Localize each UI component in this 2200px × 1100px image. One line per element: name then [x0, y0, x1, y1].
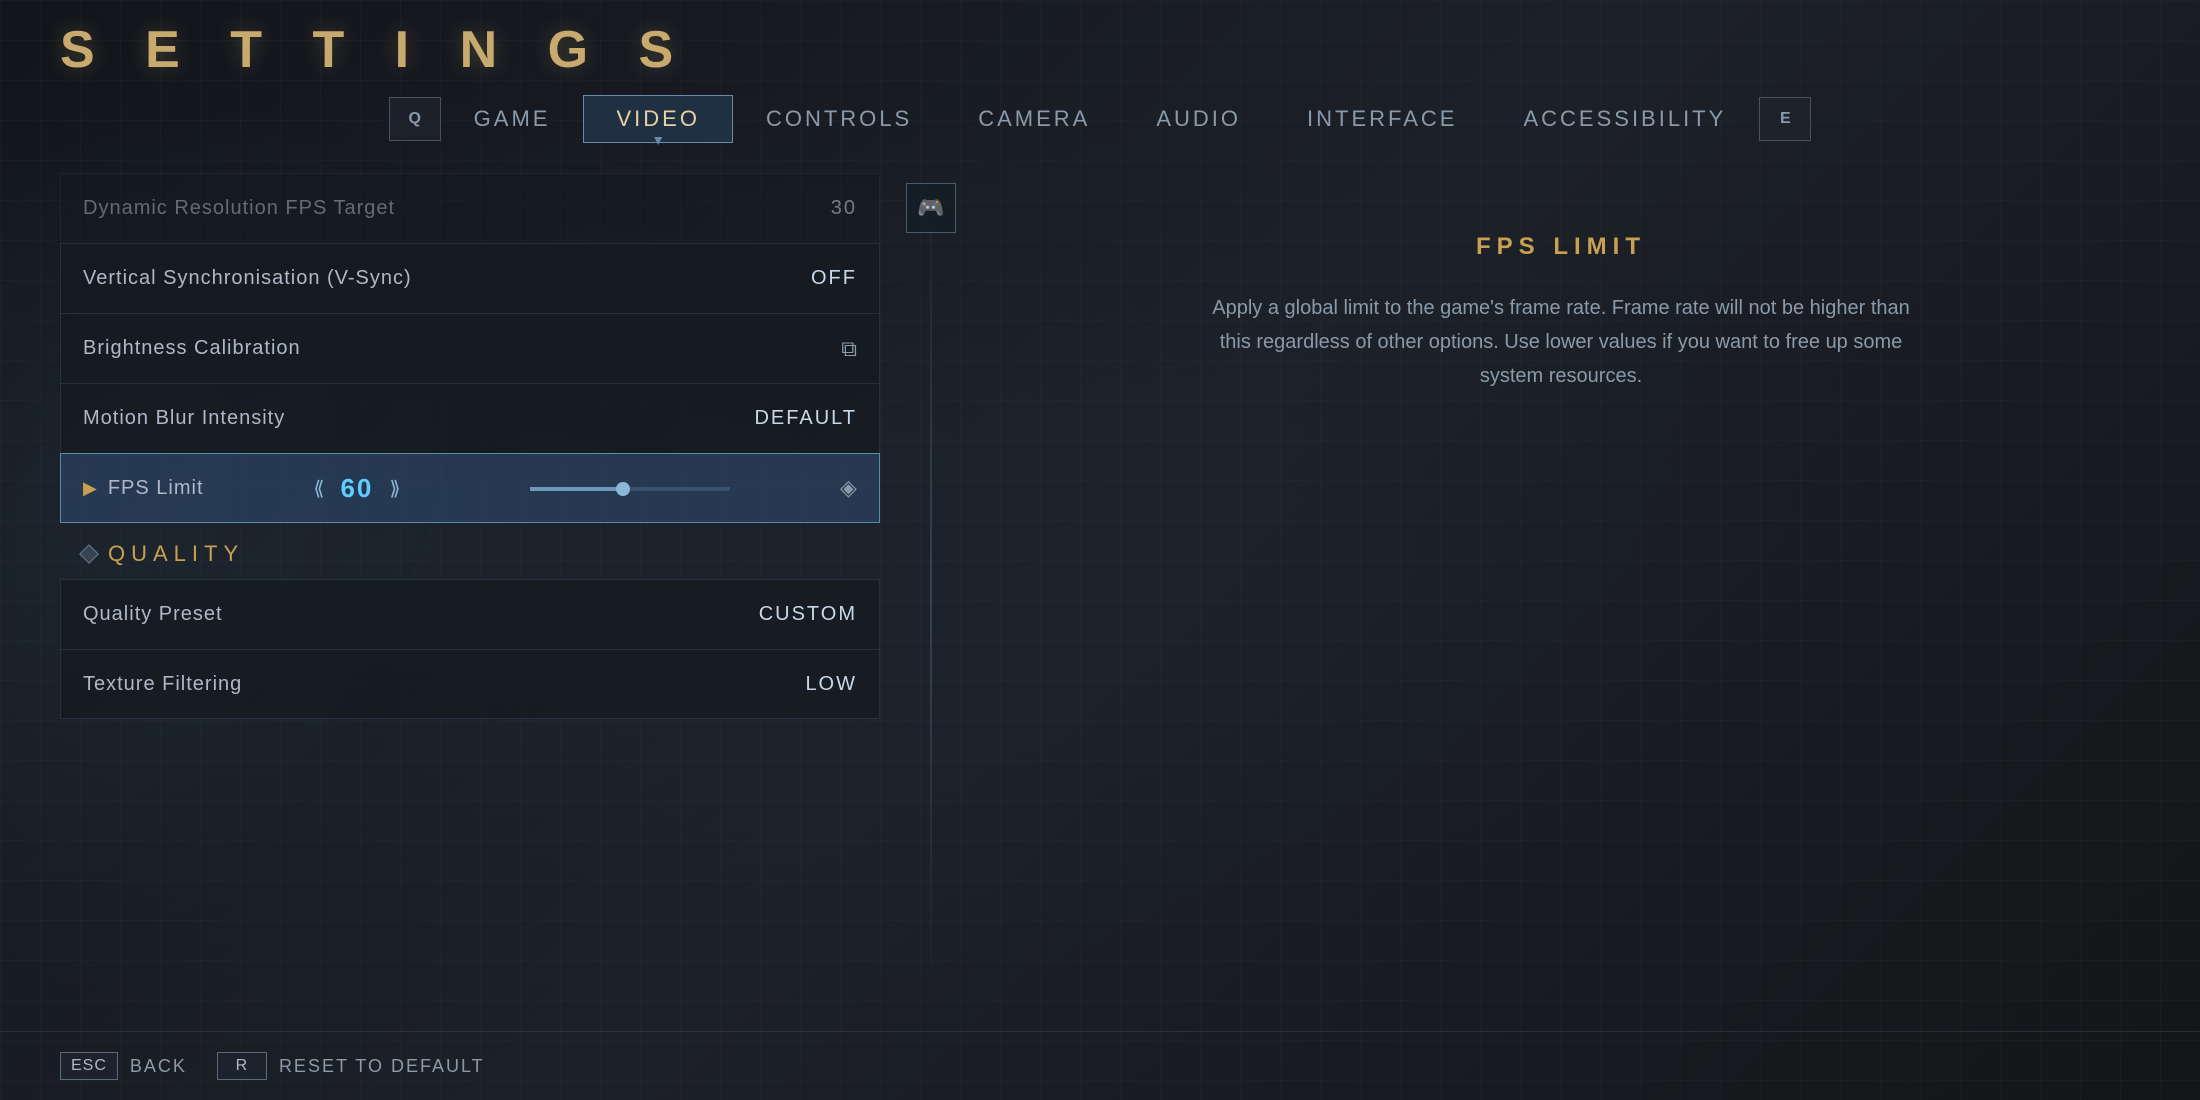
esc-key-badge: ESC [60, 1052, 118, 1080]
setting-value-motion-blur: DEFAULT [754, 407, 857, 430]
brightness-icon[interactable]: ⧉ [841, 336, 857, 362]
setting-name-motion-blur: Motion Blur Intensity [83, 407, 285, 430]
nav-bar: Q GAME VIDEO CONTROLS CAMERA AUDIO INTER… [0, 80, 2200, 143]
settings-list: Dynamic Resolution FPS Target 30 Vertica… [60, 173, 880, 719]
fps-slider-fill [530, 487, 620, 491]
fps-slider-thumb[interactable] [616, 482, 630, 496]
setting-value-texture-filtering: LOW [805, 673, 857, 696]
tab-video[interactable]: VIDEO [583, 95, 732, 143]
fps-slider-track[interactable] [530, 487, 730, 491]
r-key-badge: R [217, 1052, 267, 1080]
setting-value-vsync: OFF [811, 267, 857, 290]
panel-divider: 🎮 [930, 173, 932, 1001]
tab-camera[interactable]: CAMERA [945, 95, 1123, 143]
content-area: Dynamic Resolution FPS Target 30 Vertica… [0, 143, 2200, 1031]
setting-fps-limit[interactable]: ▶ FPS Limit ⟪ 60 ⟫ ◈ [60, 453, 880, 523]
setting-dynamic-resolution[interactable]: Dynamic Resolution FPS Target 30 [60, 173, 880, 243]
tab-game[interactable]: GAME [441, 95, 584, 143]
setting-quality-preset[interactable]: Quality Preset CUSTOM [60, 579, 880, 649]
tab-interface[interactable]: INTERFACE [1274, 95, 1490, 143]
setting-motion-blur[interactable]: Motion Blur Intensity DEFAULT [60, 383, 880, 453]
setting-vsync[interactable]: Vertical Synchronisation (V-Sync) OFF [60, 243, 880, 313]
setting-name-quality-preset: Quality Preset [83, 603, 223, 626]
header: S E T T I N G S [0, 0, 2200, 80]
bottom-bar: ESC Back R Reset to Default [0, 1031, 2200, 1100]
setting-name-dynamic-resolution: Dynamic Resolution FPS Target [83, 197, 395, 220]
tab-audio[interactable]: AUDIO [1123, 95, 1274, 143]
quality-section-header: QUALITY [60, 523, 880, 579]
reset-button[interactable]: R Reset to Default [217, 1052, 485, 1080]
setting-brightness[interactable]: Brightness Calibration ⧉ [60, 313, 880, 383]
back-label: Back [130, 1056, 187, 1077]
nav-left-icon[interactable]: Q [389, 97, 441, 141]
info-text: Apply a global limit to the game's frame… [1211, 291, 1911, 393]
setting-texture-filtering[interactable]: Texture Filtering LOW [60, 649, 880, 719]
setting-value-dynamic-resolution: 30 [831, 197, 857, 220]
lock-icon-wrap: 🎮 [906, 183, 956, 233]
setting-name-texture-filtering: Texture Filtering [83, 673, 242, 696]
info-title: FPS LIMIT [1476, 233, 1646, 261]
reset-label: Reset to Default [279, 1056, 485, 1077]
setting-name-fps-limit: ▶ FPS Limit [83, 477, 204, 500]
fps-controls: ⟪ 60 ⟫ [313, 473, 400, 504]
tab-accessibility[interactable]: ACCESSIBILITY [1490, 95, 1759, 143]
microphone-icon: 🎮 [917, 195, 944, 221]
setting-value-fps-limit: 60 [340, 473, 373, 504]
fps-arrow-left[interactable]: ⟪ [313, 476, 324, 501]
fps-arrow-right[interactable]: ⟫ [389, 476, 400, 501]
nav-right-icon[interactable]: E [1759, 97, 1811, 141]
main-container: S E T T I N G S Q GAME VIDEO CONTROLS CA… [0, 0, 2200, 1100]
fps-lock-icon: ◈ [840, 475, 857, 501]
left-panel: Dynamic Resolution FPS Target 30 Vertica… [60, 173, 880, 1001]
page-title: S E T T I N G S [60, 20, 2140, 80]
tab-controls[interactable]: CONTROLS [733, 95, 945, 143]
setting-name-brightness: Brightness Calibration [83, 337, 301, 360]
setting-name-vsync: Vertical Synchronisation (V-Sync) [83, 267, 412, 290]
back-button[interactable]: ESC Back [60, 1052, 187, 1080]
right-panel: FPS LIMIT Apply a global limit to the ga… [982, 173, 2140, 1001]
setting-value-quality-preset: CUSTOM [759, 603, 857, 626]
fps-chevron: ▶ [83, 478, 98, 499]
